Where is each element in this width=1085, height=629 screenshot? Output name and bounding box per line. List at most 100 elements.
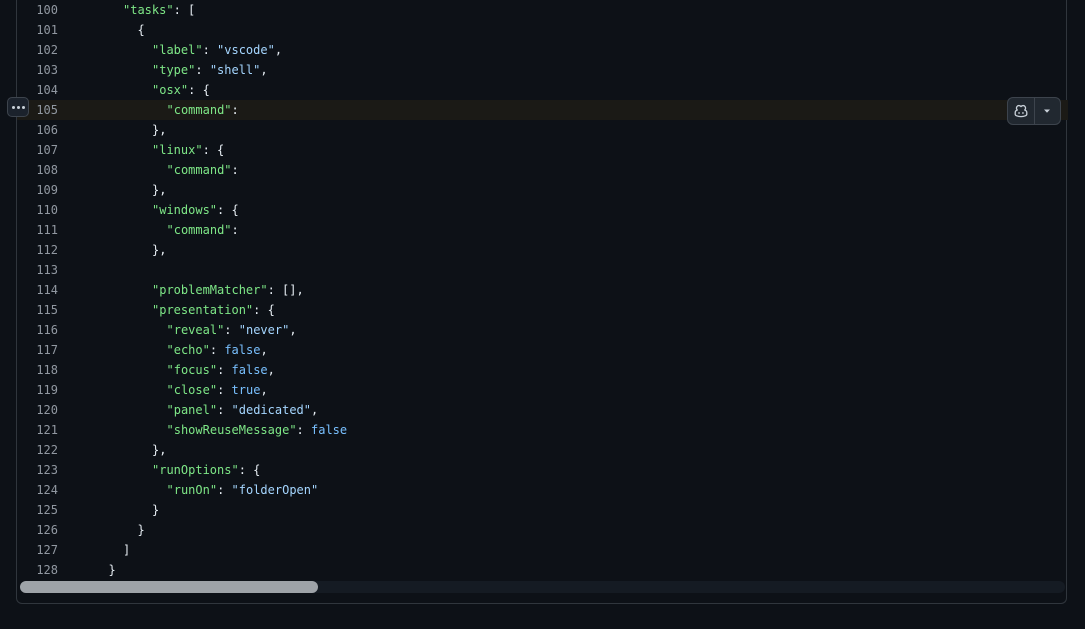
copilot-button[interactable] xyxy=(1008,98,1035,124)
line-number[interactable]: 110 xyxy=(17,200,58,220)
code-line[interactable]: 122}, xyxy=(17,440,1068,460)
line-number[interactable]: 128 xyxy=(17,560,58,578)
code-line[interactable]: 123 "runOptions": { xyxy=(17,460,1068,480)
code-line[interactable]: 116 "reveal": "never", xyxy=(17,320,1068,340)
horizontal-scrollbar[interactable] xyxy=(20,581,1065,593)
code-token: "presentation" xyxy=(152,303,254,317)
code-token: : xyxy=(217,483,232,497)
code-token: "linux" xyxy=(152,143,203,157)
line-number[interactable]: 118 xyxy=(17,360,58,380)
code-token: false xyxy=(231,363,268,377)
code-line[interactable]: 124 "runOn": "folderOpen" xyxy=(17,480,1068,500)
line-number[interactable]: 102 xyxy=(17,40,58,60)
line-number[interactable]: 107 xyxy=(17,140,58,160)
code-line[interactable]: 127] xyxy=(17,540,1068,560)
code-line[interactable]: 119 "close": true, xyxy=(17,380,1068,400)
code-token: "echo" xyxy=(166,343,210,357)
code-token: "type" xyxy=(152,63,196,77)
code-token: : { xyxy=(217,203,239,217)
code-token: "tasks" xyxy=(123,3,174,17)
code-token: "never" xyxy=(238,323,290,337)
code-line[interactable]: 108 "command": xyxy=(17,160,1068,180)
code-line[interactable]: 104 "osx": { xyxy=(17,80,1068,100)
code-token: "windows" xyxy=(152,203,218,217)
line-number[interactable]: 101 xyxy=(17,20,58,40)
code-token: : [ xyxy=(173,3,196,17)
code-line[interactable]: 101 { xyxy=(17,20,1068,40)
code-line[interactable]: 112}, xyxy=(17,240,1068,260)
code-token: : { xyxy=(253,303,275,317)
code-token: : { xyxy=(238,463,261,477)
code-token: ] xyxy=(123,543,131,557)
code-line[interactable]: 120 "panel": "dedicated", xyxy=(17,400,1068,420)
code-token: "runOn" xyxy=(166,483,218,497)
expand-lines-button[interactable] xyxy=(7,97,29,117)
code-line[interactable]: 126} xyxy=(17,520,1068,540)
code-line[interactable]: 115 "presentation": { xyxy=(17,300,1068,320)
scrollbar-thumb[interactable] xyxy=(20,581,318,593)
code-line[interactable]: 102 "label": "vscode", xyxy=(17,40,1068,60)
line-number[interactable]: 108 xyxy=(17,160,58,180)
code-text: } xyxy=(138,520,145,540)
code-text: "command": xyxy=(167,220,239,240)
line-number[interactable]: 113 xyxy=(17,260,58,280)
line-number[interactable]: 124 xyxy=(17,480,58,500)
line-number[interactable]: 117 xyxy=(17,340,58,360)
line-number[interactable]: 114 xyxy=(17,280,58,300)
code-editor[interactable]: 100 "tasks": [101{102 "label": "vscode", 10… xyxy=(17,0,1068,578)
code-line[interactable]: 105 "command": xyxy=(17,100,1068,120)
line-number[interactable]: 125 xyxy=(17,500,58,520)
code-text: "echo": false, xyxy=(167,340,268,360)
code-token: : xyxy=(231,223,239,237)
code-line[interactable]: 107 "linux": { xyxy=(17,140,1068,160)
line-number[interactable]: 120 xyxy=(17,400,58,420)
code-line[interactable]: 128} xyxy=(17,560,1068,578)
code-token: "command" xyxy=(166,223,232,237)
line-number[interactable]: 116 xyxy=(17,320,58,340)
code-line[interactable]: 121 "showReuseMessage": false xyxy=(17,420,1068,440)
line-number[interactable]: 100 xyxy=(17,0,58,20)
code-token: }, xyxy=(152,443,167,457)
code-text: "problemMatcher": [], xyxy=(152,280,304,300)
code-token: "vscode" xyxy=(217,43,275,57)
line-number[interactable]: 119 xyxy=(17,380,58,400)
line-number[interactable]: 123 xyxy=(17,460,58,480)
code-line[interactable]: 118 "focus": false, xyxy=(17,360,1068,380)
line-number[interactable]: 122 xyxy=(17,440,58,460)
line-number[interactable]: 121 xyxy=(17,420,58,440)
line-number[interactable]: 126 xyxy=(17,520,58,540)
kebab-horizontal-icon-dot xyxy=(21,105,25,109)
code-line[interactable]: 111 "command": xyxy=(17,220,1068,240)
code-token: "folderOpen" xyxy=(231,483,319,497)
line-number[interactable]: 112 xyxy=(17,240,58,260)
code-line[interactable]: 113 xyxy=(17,260,1068,280)
line-number[interactable]: 109 xyxy=(17,180,58,200)
code-line[interactable]: 114 "problemMatcher": [], xyxy=(17,280,1068,300)
code-token: : xyxy=(224,323,239,337)
code-line[interactable]: 117 "echo": false, xyxy=(17,340,1068,360)
line-number[interactable]: 106 xyxy=(17,120,58,140)
code-token: "shell" xyxy=(209,63,261,77)
code-view-panel: 100 "tasks": [101{102 "label": "vscode", 10… xyxy=(7,0,1068,604)
line-number[interactable]: 111 xyxy=(17,220,58,240)
code-token: { xyxy=(137,23,145,37)
code-token: : { xyxy=(202,143,225,157)
code-token: , xyxy=(260,63,268,77)
code-text: }, xyxy=(152,240,166,260)
code-text: }, xyxy=(152,120,166,140)
code-token: "reveal" xyxy=(166,323,225,337)
code-line[interactable]: 110 "windows": { xyxy=(17,200,1068,220)
line-number[interactable]: 115 xyxy=(17,300,58,320)
code-token: "command" xyxy=(166,103,232,117)
code-text: "windows": { xyxy=(152,200,239,220)
code-line[interactable]: 106}, xyxy=(17,120,1068,140)
line-number[interactable]: 127 xyxy=(17,540,58,560)
code-text: "focus": false, xyxy=(167,360,275,380)
code-line[interactable]: 103 "type": "shell", xyxy=(17,60,1068,80)
code-text: "close": true, xyxy=(167,380,268,400)
code-line[interactable]: 125} xyxy=(17,500,1068,520)
code-line[interactable]: 109}, xyxy=(17,180,1068,200)
copilot-menu-dropdown-button[interactable] xyxy=(1035,98,1061,124)
code-line[interactable]: 100 "tasks": [ xyxy=(17,0,1068,20)
line-number[interactable]: 103 xyxy=(17,60,58,80)
